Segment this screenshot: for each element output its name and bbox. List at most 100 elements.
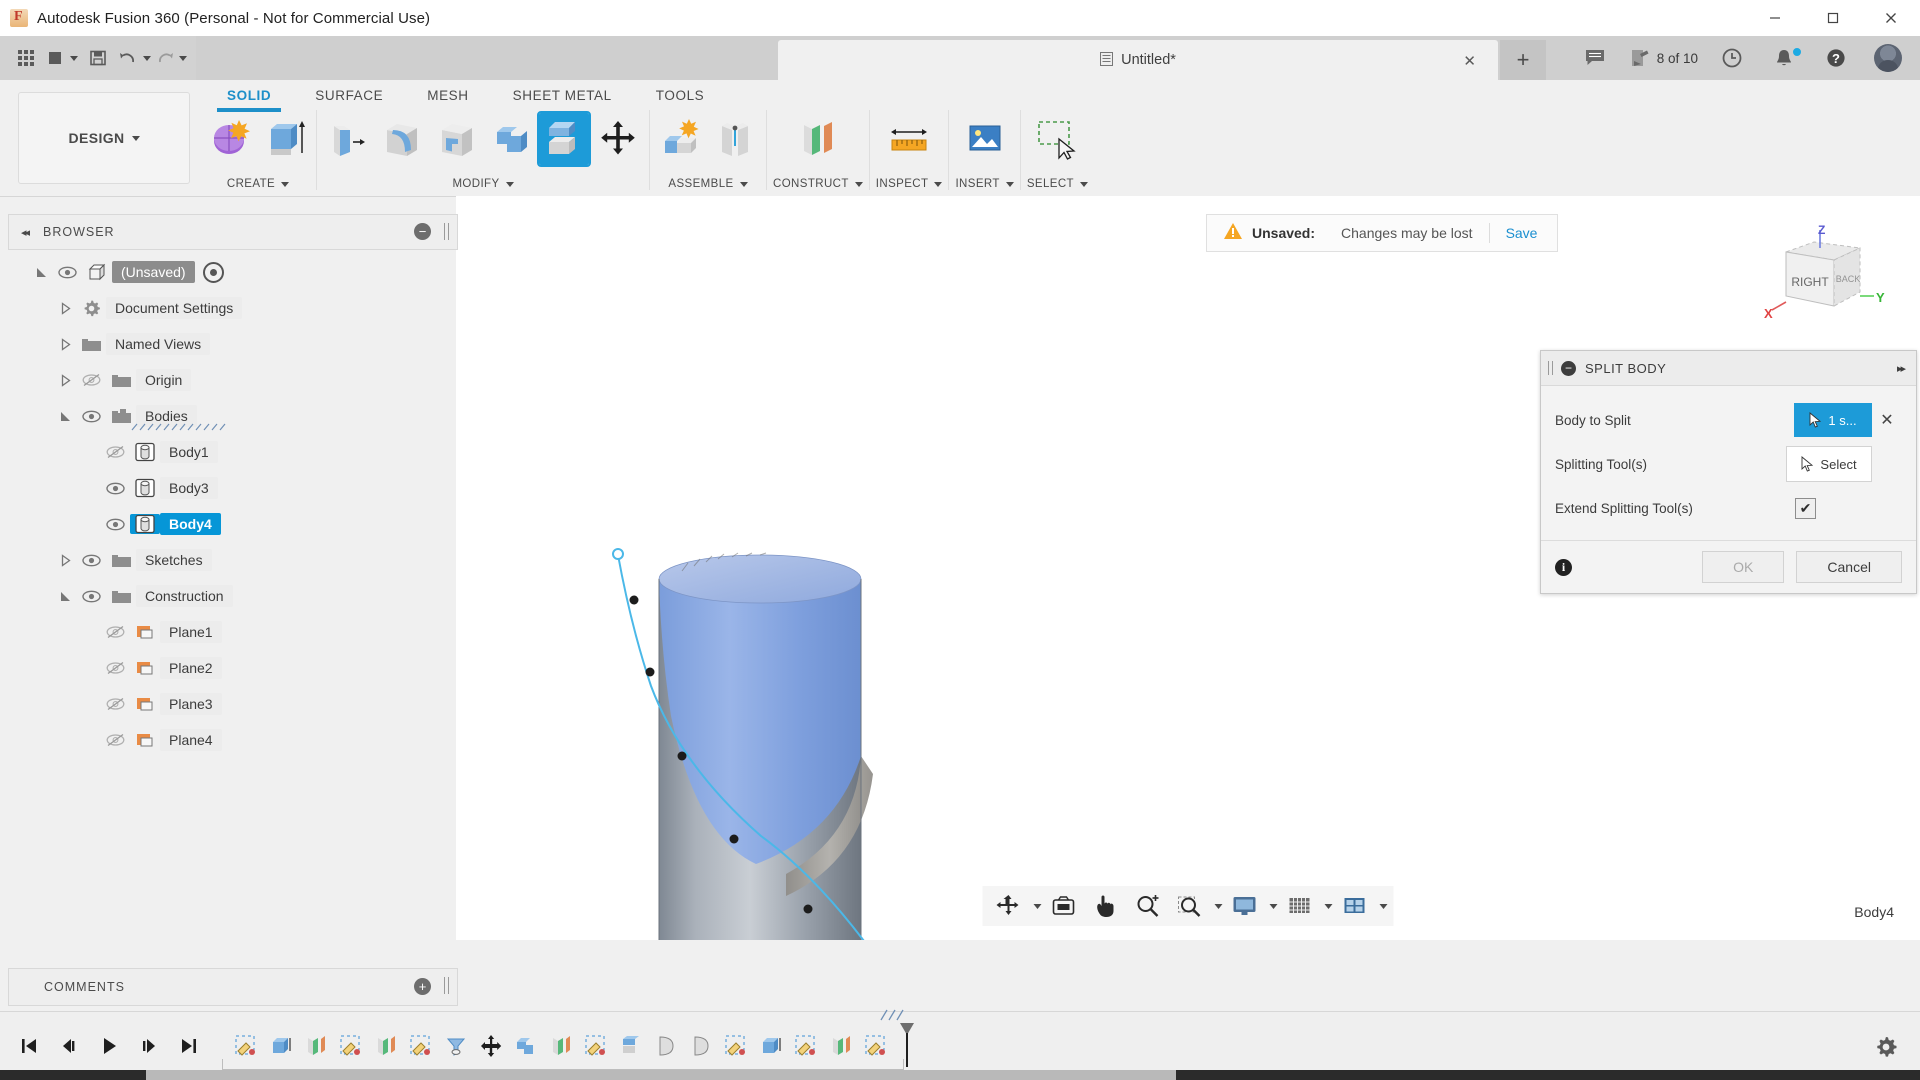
visibility-eye-icon[interactable] — [52, 266, 82, 279]
combine-icon[interactable] — [485, 113, 535, 165]
twist-right-icon[interactable] — [54, 374, 76, 387]
scrollbar-thumb[interactable] — [146, 1070, 1176, 1080]
visibility-hidden-icon[interactable] — [76, 373, 106, 387]
dialog-header[interactable]: − SPLIT BODY ▸▸ — [1541, 351, 1916, 386]
browser-grip[interactable] — [444, 223, 449, 240]
zoom-window-icon[interactable] — [1170, 889, 1210, 923]
tab-mesh[interactable]: MESH — [405, 84, 490, 109]
body-to-split-clear-icon[interactable]: ✕ — [1872, 410, 1902, 430]
split-body-icon[interactable] — [539, 113, 589, 165]
new-tab-button[interactable]: + — [1500, 40, 1546, 80]
timeline-feature-shell[interactable] — [615, 1029, 647, 1063]
visibility-eye-icon[interactable] — [100, 518, 130, 531]
timeline-feature-sketch[interactable] — [405, 1029, 437, 1063]
collapse-left-icon[interactable]: ◂◂ — [21, 226, 28, 239]
add-comment-icon[interactable]: + — [414, 978, 431, 995]
timeline-feature-sketch[interactable] — [790, 1029, 822, 1063]
viewports-icon[interactable] — [1335, 889, 1375, 923]
pan-icon[interactable] — [1086, 889, 1126, 923]
visibility-eye-icon[interactable] — [100, 482, 130, 495]
timeline-end-marker[interactable] — [897, 1029, 917, 1063]
orbit-dropdown-caret[interactable] — [1034, 904, 1042, 909]
tab-sheet-metal[interactable]: SHEET METAL — [491, 84, 634, 109]
tree-item-bodies[interactable]: Bodies — [8, 398, 456, 434]
tree-item-plane2[interactable]: Plane2 — [8, 650, 456, 686]
zoom-icon[interactable] — [1128, 889, 1168, 923]
zoom-window-dropdown-caret[interactable] — [1215, 904, 1223, 909]
file-new-icon[interactable] — [44, 41, 80, 75]
tree-item-body3[interactable]: Body3 — [8, 470, 456, 506]
visibility-hidden-icon[interactable] — [100, 733, 130, 747]
panel-select-label[interactable]: SELECT — [1027, 178, 1088, 190]
comments-grip[interactable] — [444, 977, 449, 994]
visibility-eye-icon[interactable] — [76, 554, 106, 567]
workspace-switcher[interactable]: DESIGN — [18, 92, 190, 184]
notifications-bell-icon[interactable] — [1760, 40, 1808, 76]
new-component-icon[interactable] — [656, 113, 706, 165]
timeline-feature-sketch[interactable] — [335, 1029, 367, 1063]
timeline-feature-plane[interactable] — [370, 1029, 402, 1063]
redo-icon[interactable] — [152, 41, 188, 75]
timeline-feature-extrude[interactable] — [755, 1029, 787, 1063]
comments-icon[interactable] — [1571, 40, 1619, 76]
twist-right-icon[interactable] — [54, 302, 76, 315]
info-icon[interactable]: i — [1555, 559, 1572, 576]
splitting-tools-picker[interactable]: Select — [1786, 446, 1872, 482]
timeline-feature-sketch[interactable] — [720, 1029, 752, 1063]
undo-icon[interactable] — [116, 41, 152, 75]
timeline-feature-plane[interactable] — [545, 1029, 577, 1063]
timeline-feature-move[interactable] — [475, 1029, 507, 1063]
document-tab[interactable]: Untitled* ✕ — [778, 40, 1498, 80]
maximize-button[interactable] — [1804, 0, 1862, 36]
browser-minimize-icon[interactable]: − — [414, 223, 431, 240]
body-to-split-picker[interactable]: 1 s... — [1794, 403, 1872, 437]
visibility-eye-icon[interactable] — [76, 410, 106, 423]
save-link[interactable]: Save — [1490, 225, 1554, 241]
tree-item-document-settings[interactable]: Document Settings — [8, 290, 456, 326]
panel-assemble-label[interactable]: ASSEMBLE — [668, 178, 747, 190]
shell-icon[interactable] — [431, 113, 481, 165]
timeline-settings-gear-icon[interactable] — [1874, 1035, 1898, 1062]
joint-icon[interactable] — [710, 113, 760, 165]
measure-icon[interactable] — [884, 113, 934, 165]
tree-item-body4[interactable]: Body4 — [8, 506, 456, 542]
tree-item-plane3[interactable]: Plane3 — [8, 686, 456, 722]
jump-start-icon[interactable] — [14, 1031, 44, 1061]
visibility-hidden-icon[interactable] — [100, 625, 130, 639]
grid-snap-dropdown-caret[interactable] — [1325, 904, 1333, 909]
timeline-feature-revolve[interactable] — [440, 1029, 472, 1063]
extend-splitting-tools-checkbox[interactable]: ✔ — [1795, 498, 1816, 519]
jobs-status-button[interactable]: 8 of 10 — [1623, 40, 1704, 76]
activate-component-icon[interactable] — [203, 262, 224, 283]
move-copy-icon[interactable] — [593, 113, 643, 165]
document-tab-close-icon[interactable]: ✕ — [1463, 52, 1476, 70]
panel-insert-label[interactable]: INSERT — [955, 178, 1013, 190]
timeline-feature-sketch[interactable] — [580, 1029, 612, 1063]
decal-icon[interactable] — [960, 113, 1010, 165]
help-icon[interactable]: ? — [1812, 40, 1860, 76]
visibility-hidden-icon[interactable] — [100, 445, 130, 459]
timeline-feature-plane[interactable] — [825, 1029, 857, 1063]
step-forward-icon[interactable] — [134, 1031, 164, 1061]
view-cube[interactable]: RIGHT BACK Z X Y — [1756, 224, 1886, 334]
timeline-feature-extrude[interactable] — [265, 1029, 297, 1063]
dialog-collapse-icon[interactable]: − — [1561, 361, 1576, 376]
visibility-eye-icon[interactable] — [76, 590, 106, 603]
recent-clock-icon[interactable] — [1708, 40, 1756, 76]
viewports-dropdown-caret[interactable] — [1380, 904, 1388, 909]
cancel-button[interactable]: Cancel — [1796, 551, 1902, 583]
tree-item-unsaved[interactable]: (Unsaved) — [8, 254, 456, 290]
timeline-feature-loft[interactable] — [685, 1029, 717, 1063]
extrude-icon[interactable] — [260, 113, 310, 165]
twist-down-icon[interactable] — [30, 266, 52, 279]
twist-right-icon[interactable] — [54, 554, 76, 567]
visibility-hidden-icon[interactable] — [100, 697, 130, 711]
tree-item-plane1[interactable]: Plane1 — [8, 614, 456, 650]
timeline-feature-combine[interactable] — [510, 1029, 542, 1063]
app-grid-icon[interactable] — [8, 41, 44, 75]
display-settings-dropdown-caret[interactable] — [1270, 904, 1278, 909]
display-settings-icon[interactable] — [1225, 889, 1265, 923]
twist-down-icon[interactable] — [54, 590, 76, 603]
play-icon[interactable] — [94, 1031, 124, 1061]
visibility-hidden-icon[interactable] — [100, 661, 130, 675]
